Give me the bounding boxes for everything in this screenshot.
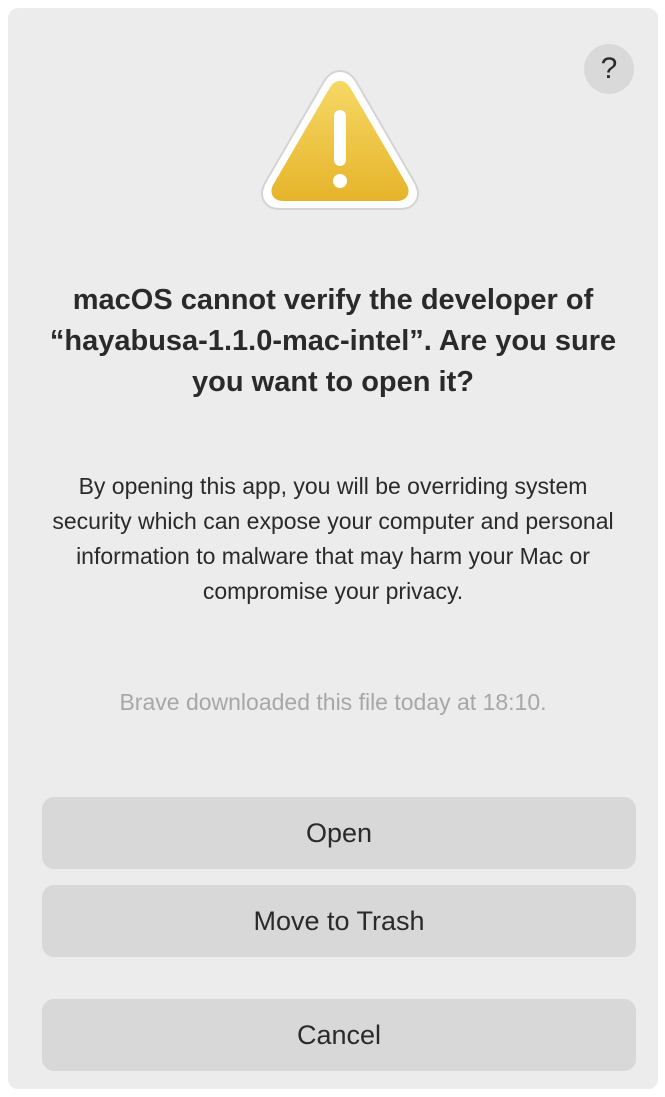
move-to-trash-button[interactable]: Move to Trash bbox=[42, 885, 636, 957]
warning-triangle-icon bbox=[261, 69, 419, 210]
dialog-message: By opening this app, you will be overrid… bbox=[52, 473, 614, 604]
security-warning-dialog: ? macOS cannot verify the developer of “… bbox=[8, 8, 658, 1089]
download-note: Brave downloaded this file today at 18:1… bbox=[119, 689, 547, 715]
cancel-button[interactable]: Cancel bbox=[42, 999, 636, 1071]
dialog-title: macOS cannot verify the developer of “ha… bbox=[49, 284, 617, 398]
help-button[interactable]: ? bbox=[584, 44, 634, 94]
help-icon: ? bbox=[600, 52, 618, 85]
open-button[interactable]: Open bbox=[42, 797, 636, 869]
